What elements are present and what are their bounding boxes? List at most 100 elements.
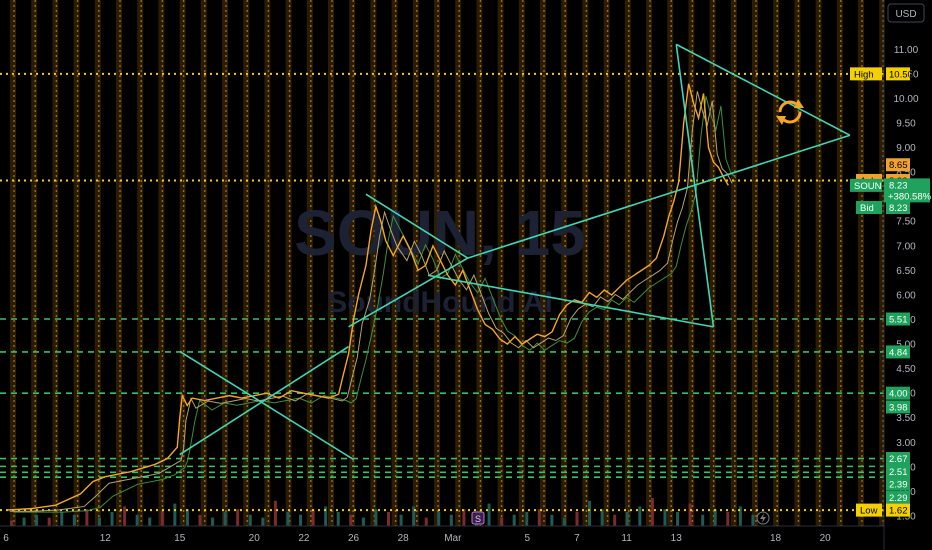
session-band xyxy=(773,0,780,526)
price-tag-value: 2.67 xyxy=(889,454,908,465)
last-price-value: 8.23 xyxy=(889,180,908,191)
price-tag-value: 3.98 xyxy=(889,402,908,413)
volume-bar xyxy=(35,514,39,526)
price-tag-value: 10.50 xyxy=(889,69,913,80)
x-axis: 6 12 15 20 22 26 28 Mar 5 7 11 13 18 20 xyxy=(0,525,884,550)
volume-bar xyxy=(60,512,64,526)
x-tick-label: 13 xyxy=(671,533,683,544)
x-tick-label: 15 xyxy=(174,533,186,544)
volume-bar xyxy=(22,517,26,526)
y-tick-label: 6.50 xyxy=(896,266,916,277)
y-tick-label: 9.00 xyxy=(896,143,916,154)
x-tick-label: 18 xyxy=(770,533,782,544)
volume-bar xyxy=(374,509,378,526)
volume-bar xyxy=(311,509,315,526)
volume-bar xyxy=(487,503,491,526)
volume-bar xyxy=(613,514,617,526)
volume-bar xyxy=(713,509,717,526)
volume-bar xyxy=(588,500,592,526)
watermark: SOUN, 15 SoundHound AI xyxy=(294,197,586,319)
volume-bar xyxy=(286,512,290,526)
session-band xyxy=(179,0,186,526)
volume-bar xyxy=(123,506,127,526)
volume-bar xyxy=(512,514,516,526)
x-tick-label: 7 xyxy=(574,533,580,544)
currency-label: USD xyxy=(895,9,916,20)
volume-bar xyxy=(47,517,51,526)
session-band xyxy=(116,0,122,526)
volume-bar xyxy=(160,512,164,526)
volume-bar xyxy=(248,514,252,526)
volume-bar xyxy=(223,512,227,526)
price-tag-value: 2.51 xyxy=(889,467,908,478)
volume-bar xyxy=(650,498,654,526)
volume-bar xyxy=(336,512,340,526)
volume-bar xyxy=(701,514,705,526)
session-band xyxy=(243,0,250,526)
session-band xyxy=(200,0,207,526)
volume-bar xyxy=(361,517,365,526)
session-band xyxy=(752,0,758,526)
y-tick-label: 6.00 xyxy=(896,290,916,301)
price-tag-caption: Bid xyxy=(860,203,874,214)
session-band xyxy=(73,0,80,526)
price-chart[interactable]: SOUN, 15 SoundHound AI 6 12 15 20 22 26 28 Mar 5… xyxy=(0,0,932,550)
x-tick-label: 6 xyxy=(3,533,9,544)
volume-bar xyxy=(349,514,353,526)
volume-bar xyxy=(399,514,403,526)
volume-bar xyxy=(97,517,101,526)
x-tick-label: 20 xyxy=(249,533,261,544)
volume-bar xyxy=(500,517,504,526)
price-tag-value: 8.65 xyxy=(889,160,908,171)
volume-bar xyxy=(148,517,152,526)
volume-bar xyxy=(173,503,177,526)
volume-bar xyxy=(72,514,76,526)
price-tag-caption: High xyxy=(854,69,874,80)
price-tag-caption: Low xyxy=(860,506,878,517)
y-tick-label: 11.00 xyxy=(894,45,919,56)
price-tag-value: 8.23 xyxy=(889,203,908,214)
session-band xyxy=(709,0,716,526)
session-band xyxy=(667,0,674,526)
volume-bar xyxy=(261,517,265,526)
volume-bar xyxy=(299,514,303,526)
volume-bar xyxy=(726,512,730,526)
x-tick-label: Mar xyxy=(444,533,462,544)
session-band xyxy=(52,0,59,526)
volume-bar xyxy=(437,512,441,526)
y-tick-label: 4.50 xyxy=(896,364,916,375)
svg-text:S: S xyxy=(475,514,481,524)
volume-bar xyxy=(185,509,189,526)
volume-bar xyxy=(663,509,667,526)
session-band xyxy=(94,0,101,526)
volume-bar xyxy=(211,517,215,526)
volume-bar xyxy=(85,509,89,526)
volume-bar xyxy=(10,520,13,526)
volume-bar xyxy=(449,514,453,526)
y-tick-label: 3.00 xyxy=(896,438,916,449)
dividend-marker-icon[interactable]: S xyxy=(471,511,485,525)
last-price-change: +380.58% xyxy=(888,191,932,202)
volume-bar xyxy=(625,512,629,526)
price-tag-value: 5.51 xyxy=(889,315,908,326)
volume-bar xyxy=(525,512,529,526)
x-tick-label: 22 xyxy=(298,533,310,544)
session-band xyxy=(158,0,165,526)
price-tag-caption: SOUN xyxy=(854,181,882,192)
volume-bar xyxy=(537,509,541,526)
session-band xyxy=(730,0,737,526)
volume-bar xyxy=(135,514,139,526)
x-tick-label: 28 xyxy=(398,533,410,544)
volume-bar xyxy=(638,506,642,526)
volume-bar xyxy=(688,503,692,526)
volume-bar xyxy=(751,514,755,526)
volume-bar xyxy=(462,509,466,526)
session-band xyxy=(285,0,292,526)
x-tick-label: 20 xyxy=(820,533,832,544)
session-band xyxy=(137,0,144,526)
volume-bar xyxy=(198,514,202,526)
session-band xyxy=(603,0,610,526)
y-tick-label: 10.00 xyxy=(893,94,918,105)
volume-bar xyxy=(236,509,240,526)
session-band xyxy=(794,0,801,526)
